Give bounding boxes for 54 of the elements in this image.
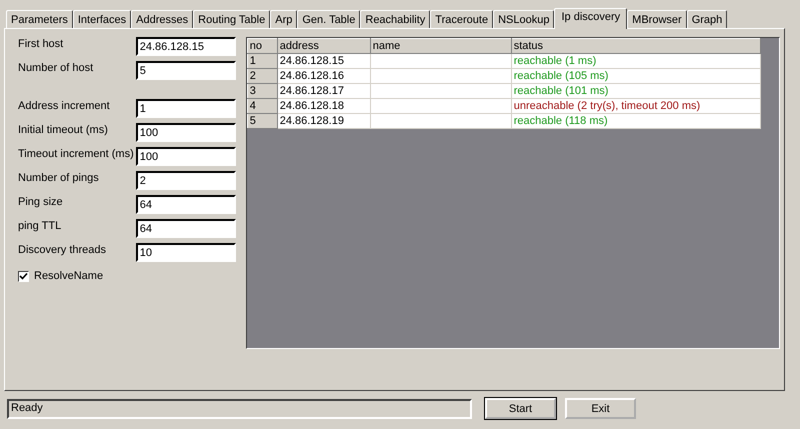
status-bar: Ready (7, 398, 472, 418)
input-field[interactable]: 5 (136, 61, 236, 80)
input-field[interactable]: 64 (136, 195, 236, 214)
row-number: 1 (247, 54, 278, 68)
status-cell: reachable (1 ms) (511, 54, 760, 68)
table-cell: 24.86.128.17 (277, 84, 370, 98)
row-number: 3 (247, 84, 278, 98)
tab[interactable]: Interfaces (72, 10, 132, 28)
status-cell: reachable (101 ms) (511, 84, 760, 98)
field-label: Timeout increment (ms) (18, 147, 134, 160)
tab[interactable]: Gen. Table (297, 10, 360, 28)
input-field[interactable]: 1 (136, 99, 236, 118)
tab[interactable]: Addresses (131, 10, 194, 28)
checkbox-label[interactable]: ResolveName (34, 270, 104, 282)
tab[interactable]: NSLookup (493, 10, 554, 28)
tab[interactable]: Graph (686, 10, 728, 28)
row-number: 2 (247, 68, 278, 84)
tab[interactable]: Routing Table (193, 10, 270, 28)
column-header[interactable]: status (511, 38, 760, 54)
tab[interactable]: Parameters (6, 10, 73, 28)
tab[interactable]: Arp (270, 10, 298, 28)
tab[interactable]: Reachability (360, 10, 430, 28)
status-cell: reachable (105 ms) (511, 68, 760, 84)
field-label: Address increment (18, 99, 110, 112)
row-number: 4 (247, 98, 278, 114)
field-label: Number of host (18, 61, 94, 74)
column-header[interactable]: no (247, 38, 278, 54)
field-label: Initial timeout (ms) (18, 123, 108, 136)
table-cell: 24.86.128.19 (277, 114, 370, 128)
action-button[interactable]: Exit (565, 398, 636, 419)
field-label: First host (18, 37, 64, 50)
field-label: Discovery threads (18, 243, 106, 256)
table-cell: 24.86.128.16 (277, 68, 370, 84)
input-field[interactable]: 64 (136, 219, 236, 238)
row-number: 5 (247, 114, 278, 128)
table-cell: 24.86.128.15 (277, 54, 370, 68)
input-field[interactable]: 24.86.128.15 (136, 37, 236, 56)
field-label: ping TTL (18, 219, 62, 232)
tab[interactable]: MBrowser (627, 10, 687, 28)
status-cell: unreachable (2 try(s), timeout 200 ms) (511, 98, 760, 114)
column-header[interactable]: name (370, 38, 512, 54)
table-cell: 24.86.128.18 (277, 98, 370, 114)
input-field[interactable]: 10 (136, 243, 236, 262)
field-label: Number of pings (18, 171, 99, 184)
checkbox[interactable] (18, 270, 29, 282)
input-field[interactable]: 100 (136, 147, 236, 166)
field-label: Ping size (18, 195, 63, 208)
status-cell: reachable (118 ms) (511, 114, 760, 128)
action-button[interactable]: Start (485, 398, 556, 419)
column-header[interactable]: address (277, 38, 370, 54)
tab[interactable]: Ip discovery (554, 8, 628, 29)
input-field[interactable]: 100 (136, 123, 236, 142)
tab[interactable]: Traceroute (430, 10, 494, 28)
input-field[interactable]: 2 (136, 171, 236, 190)
